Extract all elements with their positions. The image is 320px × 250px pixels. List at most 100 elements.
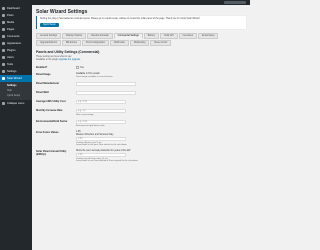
upgrade-notice: Available in the plugin upgrade the upgr… bbox=[36, 59, 246, 61]
field-label: Average kWh Utility Cost bbox=[36, 100, 66, 104]
wrench-icon bbox=[2, 63, 5, 66]
page-title: Solar Wizard Settings bbox=[36, 9, 88, 15]
admin-bar bbox=[0, 0, 250, 5]
collapse-menu-label: Collapse menu bbox=[7, 102, 25, 105]
pro-version-note: Available in Pro version bbox=[76, 73, 100, 76]
sidebar-item-comments[interactable]: Comments bbox=[0, 33, 32, 40]
plug-icon bbox=[2, 49, 5, 52]
field-label: Monthly Increase Rate bbox=[36, 109, 63, 113]
monthly-increase-input[interactable]: e.g. 1.2 bbox=[76, 109, 126, 114]
enabled-checkbox[interactable] bbox=[76, 66, 79, 69]
sidebar-item-plugins[interactable]: Plugins bbox=[0, 47, 32, 54]
zones-value-text: 1.05 bbox=[76, 131, 81, 134]
tab-battery[interactable]: Battery bbox=[143, 33, 160, 39]
zones-efficiency-input[interactable]: 1.00 bbox=[76, 137, 126, 142]
sidebar-item-label: Settings bbox=[7, 70, 17, 73]
form-row-monthly-increase: Monthly Increase Rate e.g. 1.2 Rate in p… bbox=[36, 107, 236, 118]
quick-setup-button[interactable]: Quick Setup bbox=[40, 23, 59, 27]
form-row-panel-watt: Panel Watt bbox=[36, 89, 236, 98]
collapse-menu-button[interactable]: Collapse menu bbox=[0, 100, 32, 107]
sidebar-item-label: Users bbox=[7, 56, 14, 59]
tab-solar-api[interactable]: Solar API bbox=[160, 33, 178, 39]
field-label: Zone Zones Values bbox=[36, 131, 59, 135]
sidebar-item-label: Dashboard bbox=[7, 7, 20, 10]
brush-icon bbox=[2, 42, 5, 45]
license-note: Panel image available in current license bbox=[76, 76, 113, 79]
form-row-enabled: Enabled? Yes bbox=[36, 64, 236, 71]
tab-general-settings[interactable]: General Settings bbox=[36, 33, 62, 39]
collapse-icon bbox=[2, 102, 5, 105]
form-row-zones: Zone Zones Values 1.05 Western Direction… bbox=[36, 129, 236, 148]
sidebar-item-tools[interactable]: Tools bbox=[0, 61, 32, 68]
field-hint: Rate in percentage bbox=[76, 114, 94, 117]
field-label: Panel Watt bbox=[36, 91, 49, 95]
comment-icon bbox=[2, 35, 5, 38]
setup-notice: Setting the plug-in has loaded an exampl… bbox=[36, 16, 246, 29]
field-label: Panel Manufacturer bbox=[36, 82, 60, 86]
notice-text: Setting the plug-in has loaded an exampl… bbox=[40, 18, 200, 20]
tab-bill-entries[interactable]: Bill Entries bbox=[62, 40, 81, 46]
tab-commercial-settings[interactable]: Commercial Settings bbox=[113, 33, 143, 39]
sun-icon bbox=[2, 77, 5, 80]
field-label: Environmental/Grid Factor bbox=[36, 120, 68, 124]
submenu-item-quick-setup[interactable]: Quick Setup bbox=[0, 93, 32, 98]
sidebar-item-solar-wizard[interactable]: Solar Wizard bbox=[0, 75, 32, 82]
form-row-panel-manufacturer: Panel Manufacturer bbox=[36, 80, 236, 89]
sidebar-item-label: Appearance bbox=[7, 42, 21, 45]
form-row-solar-panel: Solar Panel Annual Utility (kWh/yr) Show… bbox=[36, 148, 236, 164]
user-account-menu[interactable] bbox=[224, 1, 246, 4]
sidebar-item-users[interactable]: Users bbox=[0, 54, 32, 61]
upgrade-notice-text: Available in the plugin bbox=[36, 59, 59, 61]
sidebar-item-label: Media bbox=[7, 21, 15, 24]
tab-incentives[interactable]: Incentives bbox=[178, 33, 197, 39]
enabled-value: Yes bbox=[80, 67, 84, 70]
avg-kwh-cost-input[interactable]: e.g. 0.15 bbox=[76, 100, 126, 105]
tab-post-configuration[interactable]: Post-Configuration bbox=[81, 40, 109, 46]
panel-watt-input[interactable] bbox=[76, 91, 136, 96]
tab-results-emails[interactable]: Results & Emails bbox=[87, 33, 113, 39]
sidebar-item-label: Pages bbox=[7, 28, 15, 31]
solar-wizard-submenu: Settings Help Quick Setup bbox=[0, 82, 32, 100]
zones-direction-text: Western Direction and Sunroom Day bbox=[76, 134, 114, 137]
tab-webhooks[interactable]: Webhooks bbox=[110, 40, 129, 46]
sidebar-item-posts[interactable]: Posts bbox=[0, 12, 32, 19]
media-icon bbox=[2, 21, 5, 24]
tab-multisetting[interactable]: Multisetting bbox=[129, 40, 150, 46]
pin-icon bbox=[2, 14, 5, 17]
field-hint: Environmental grid factor value bbox=[76, 125, 105, 128]
env-grid-factor-input[interactable]: e.g. 0.24 bbox=[76, 120, 126, 125]
field-label: Solar Panel Annual Utility (kWh/yr) bbox=[36, 150, 67, 157]
upgrade-link[interactable]: upgrade the upgrade bbox=[59, 59, 80, 61]
user-icon bbox=[2, 56, 5, 59]
solar-panel-factor-input[interactable]: 1.00 bbox=[76, 153, 126, 158]
panel-manufacturer-input[interactable] bbox=[76, 82, 136, 87]
main-content: Solar Wizard Settings Setting the plug-i… bbox=[36, 8, 246, 164]
form-row-avg-kwh-cost: Average kWh Utility Cost e.g. 0.15 bbox=[36, 98, 236, 107]
field-label: Enabled? bbox=[36, 66, 48, 69]
admin-sidebar: Dashboard Posts Media Pages Comments App… bbox=[0, 0, 32, 250]
sidebar-item-settings[interactable]: Settings bbox=[0, 68, 32, 75]
tab-reset-defaults[interactable]: Reset to Def bbox=[150, 40, 172, 46]
settings-tabs: General Settings Display Options Results… bbox=[36, 33, 242, 46]
field-hint: Leave blank to use Zone defined of Zone … bbox=[76, 160, 138, 163]
tab-upgrade-monitor[interactable]: Upgrade/Monitor bbox=[36, 40, 62, 46]
field-hint: Leave blank to use your Zone values for … bbox=[76, 144, 127, 147]
sliders-icon bbox=[2, 70, 5, 73]
sidebar-item-label: Posts bbox=[7, 14, 14, 17]
page-icon bbox=[2, 28, 5, 31]
sidebar-item-pages[interactable]: Pages bbox=[0, 26, 32, 33]
sidebar-item-label: Comments bbox=[7, 35, 20, 38]
form-row-env-grid-factor: Environmental/Grid Factor e.g. 0.24 Envi… bbox=[36, 118, 236, 129]
settings-form: Enabled? Yes Panel Image Available in Pr… bbox=[36, 64, 236, 164]
sidebar-item-media[interactable]: Media bbox=[0, 19, 32, 26]
sidebar-item-label: Solar Wizard bbox=[7, 77, 22, 80]
tab-display-options[interactable]: Display Options bbox=[62, 33, 87, 39]
section-description: These setting are here what to say: bbox=[36, 56, 72, 58]
tab-email-setup[interactable]: Email Setup bbox=[197, 33, 219, 39]
dashboard-icon bbox=[2, 7, 5, 10]
form-row-panel-image: Panel Image Available in Pro version Pan… bbox=[36, 71, 236, 80]
section-title: Panels and Utility Settings (Commercial) bbox=[36, 50, 100, 54]
sidebar-item-dashboard[interactable]: Dashboard bbox=[0, 5, 32, 12]
sidebar-item-label: Tools bbox=[7, 63, 14, 66]
sidebar-item-appearance[interactable]: Appearance bbox=[0, 40, 32, 47]
